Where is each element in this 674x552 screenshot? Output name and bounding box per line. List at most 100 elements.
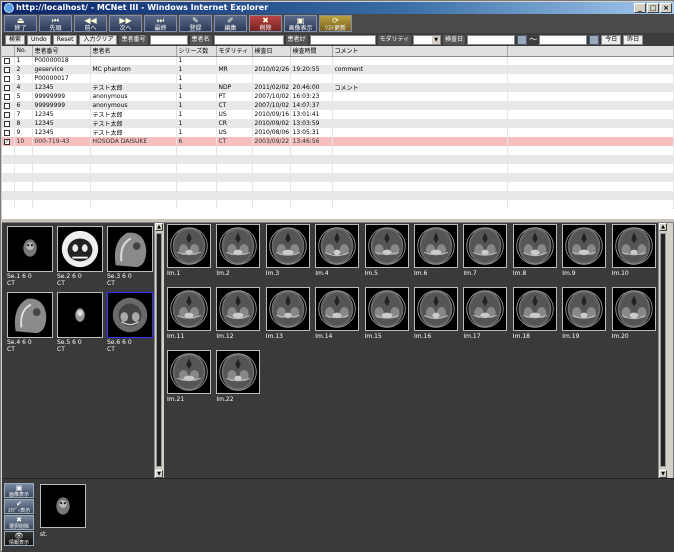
image-thumbnail[interactable] <box>364 287 409 331</box>
cell-time: 16:03:23 <box>290 92 333 101</box>
table-row[interactable]: 4 12345 テスト太郎 1 NDP 2011/02/02 20:46:00 コメント <box>2 83 674 92</box>
toolbar-button-3[interactable]: ▶▶ 次へ <box>109 15 142 32</box>
tray-button-1[interactable]: ✔ ｽﾀﾃﾞｨ表示 <box>4 499 34 514</box>
toolbar-button-5[interactable]: ✎ 登録 <box>179 15 212 32</box>
image-thumbnail[interactable] <box>216 287 261 331</box>
image-thumbnail[interactable] <box>265 287 310 331</box>
patient-id-input[interactable] <box>149 34 188 45</box>
image-thumbnail[interactable] <box>463 224 508 268</box>
row-checkbox[interactable] <box>4 84 10 91</box>
image-thumbnail[interactable] <box>167 350 211 394</box>
column-header[interactable] <box>2 46 15 57</box>
row-checkbox[interactable] <box>4 93 10 100</box>
yesterday-button[interactable]: 昨日 <box>623 34 644 45</box>
row-checkbox[interactable]: ✓ <box>4 138 10 145</box>
image-thumbnail[interactable] <box>512 224 557 268</box>
tray-button-label: 情報表示 <box>8 540 29 546</box>
scroll-down-icon[interactable]: ▼ <box>155 470 163 478</box>
column-header[interactable]: モダリティ <box>216 46 253 57</box>
column-header[interactable]: コメント <box>332 46 508 57</box>
table-row[interactable]: 8 12345 テスト太郎 1 CR 2010/09/02 13:03:59 <box>2 119 674 128</box>
image-thumbnail[interactable] <box>562 287 607 331</box>
image-thumbnail[interactable] <box>414 224 458 268</box>
image-thumbnail[interactable] <box>167 224 211 268</box>
scroll-up-icon[interactable]: ▲ <box>155 223 163 231</box>
column-header[interactable]: シリーズ数 <box>176 46 217 57</box>
image-thumbnail[interactable] <box>562 224 607 268</box>
image-thumbnail[interactable] <box>315 224 360 268</box>
table-row[interactable]: 1 P00000018 1 <box>2 56 674 65</box>
study-thumbnail[interactable] <box>40 484 86 528</box>
reset-button[interactable]: Reset <box>52 34 78 45</box>
column-header[interactable]: 患者番号 <box>32 46 91 57</box>
series-thumbnail[interactable] <box>107 292 153 338</box>
image-thumbnail[interactable] <box>364 224 409 268</box>
search-button[interactable]: 検索 <box>5 34 26 45</box>
toolbar-button-7[interactable]: ✖ 削除 <box>249 15 282 32</box>
row-checkbox[interactable] <box>4 75 10 82</box>
scroll-down-icon[interactable]: ▼ <box>659 470 667 478</box>
image-thumbnail[interactable] <box>216 350 261 394</box>
clear-input-button[interactable]: 入力クリア <box>79 34 118 45</box>
patient-name-input[interactable] <box>213 34 284 45</box>
image-thumbnail[interactable] <box>611 224 656 268</box>
column-header[interactable]: 検査日 <box>252 46 291 57</box>
series-thumbnail[interactable] <box>57 226 103 272</box>
column-header[interactable]: No. <box>14 46 33 57</box>
date-to-input[interactable] <box>539 34 588 45</box>
series-scrollbar[interactable]: ▲ ▼ <box>154 223 163 478</box>
patient-kana-input[interactable] <box>309 34 376 45</box>
table-row[interactable]: 7 12345 テスト太郎 1 US 2010/09/16 13:01:41 <box>2 110 674 119</box>
table-row[interactable]: 5 99999999 anonymous 1 PT 2007/10/02 16:03:23 <box>2 92 674 101</box>
row-checkbox[interactable] <box>4 66 10 73</box>
tray-button-2[interactable]: ✖ 選択削除 <box>4 515 34 530</box>
image-thumbnail[interactable] <box>414 287 458 331</box>
column-header[interactable]: 患者名 <box>90 46 177 57</box>
row-checkbox[interactable] <box>4 102 10 109</box>
image-thumbnail[interactable] <box>512 287 557 331</box>
series-thumbnail[interactable] <box>107 226 153 272</box>
toolbar-button-6[interactable]: ✐ 編集 <box>214 15 247 32</box>
series-thumbnail[interactable] <box>7 226 53 272</box>
image-label: Im.15 <box>364 333 382 340</box>
toolbar-button-1[interactable]: ⏮ 先頭 <box>39 15 72 32</box>
toolbar-button-8[interactable]: ▣ 画像表示 <box>284 15 317 32</box>
today-button[interactable]: 今日 <box>601 34 622 45</box>
series-thumbnail[interactable] <box>7 292 53 338</box>
image-thumbnail[interactable] <box>315 287 360 331</box>
toolbar-button-2[interactable]: ◀◀ 前へ <box>74 15 107 32</box>
scroll-thumb[interactable] <box>156 233 162 467</box>
column-header[interactable]: 検査時間 <box>290 46 333 57</box>
close-button[interactable]: × <box>660 3 672 13</box>
series-thumbnail[interactable] <box>57 292 103 338</box>
image-thumbnail[interactable] <box>463 287 508 331</box>
image-thumbnail[interactable] <box>216 224 261 268</box>
tray-button-3[interactable]: 👁 情報表示 <box>4 531 34 546</box>
calendar-icon[interactable] <box>517 34 528 45</box>
table-row[interactable]: 3 P00000017 1 <box>2 74 674 83</box>
image-scrollbar[interactable]: ▲ ▼ <box>658 223 667 478</box>
toolbar-button-0[interactable]: ⏏ 終了 <box>4 15 37 32</box>
calendar-icon[interactable] <box>589 34 600 45</box>
tray-button-0[interactable]: ▣ 画像表示 <box>4 483 34 498</box>
image-thumbnail[interactable] <box>265 224 310 268</box>
row-checkbox[interactable] <box>4 111 10 118</box>
toolbar-button-9[interactable]: ⟳ ﾘｽﾄ更新 <box>319 15 352 32</box>
image-thumbnail[interactable] <box>167 287 211 331</box>
image-thumbnail[interactable] <box>611 287 656 331</box>
undo-button[interactable]: Undo <box>27 34 51 45</box>
date-from-input[interactable] <box>467 34 516 45</box>
minimize-button[interactable]: _ <box>634 3 646 13</box>
maximize-button[interactable]: □ <box>647 3 659 13</box>
table-row[interactable]: 9 12345 テスト太郎 1 US 2010/08/06 13:05:31 <box>2 128 674 137</box>
toolbar-button-4[interactable]: ⏭ 最終 <box>144 15 177 32</box>
row-checkbox[interactable] <box>4 57 10 64</box>
table-row[interactable]: 6 99999999 anonymous 1 CT 2007/10/02 14:07:37 <box>2 101 674 110</box>
table-row[interactable]: 2 geservice MC phantom 1 MR 2010/02/26 19:20:5… <box>2 65 674 74</box>
scroll-up-icon[interactable]: ▲ <box>659 223 667 231</box>
modality-select[interactable] <box>413 34 442 45</box>
row-checkbox[interactable] <box>4 120 10 127</box>
table-row[interactable]: ✓ 10 000-719-43 HOSODA DAISUKE 6 CT 2003/09/22… <box>2 137 674 146</box>
row-checkbox[interactable] <box>4 129 10 136</box>
scroll-thumb[interactable] <box>660 233 666 467</box>
